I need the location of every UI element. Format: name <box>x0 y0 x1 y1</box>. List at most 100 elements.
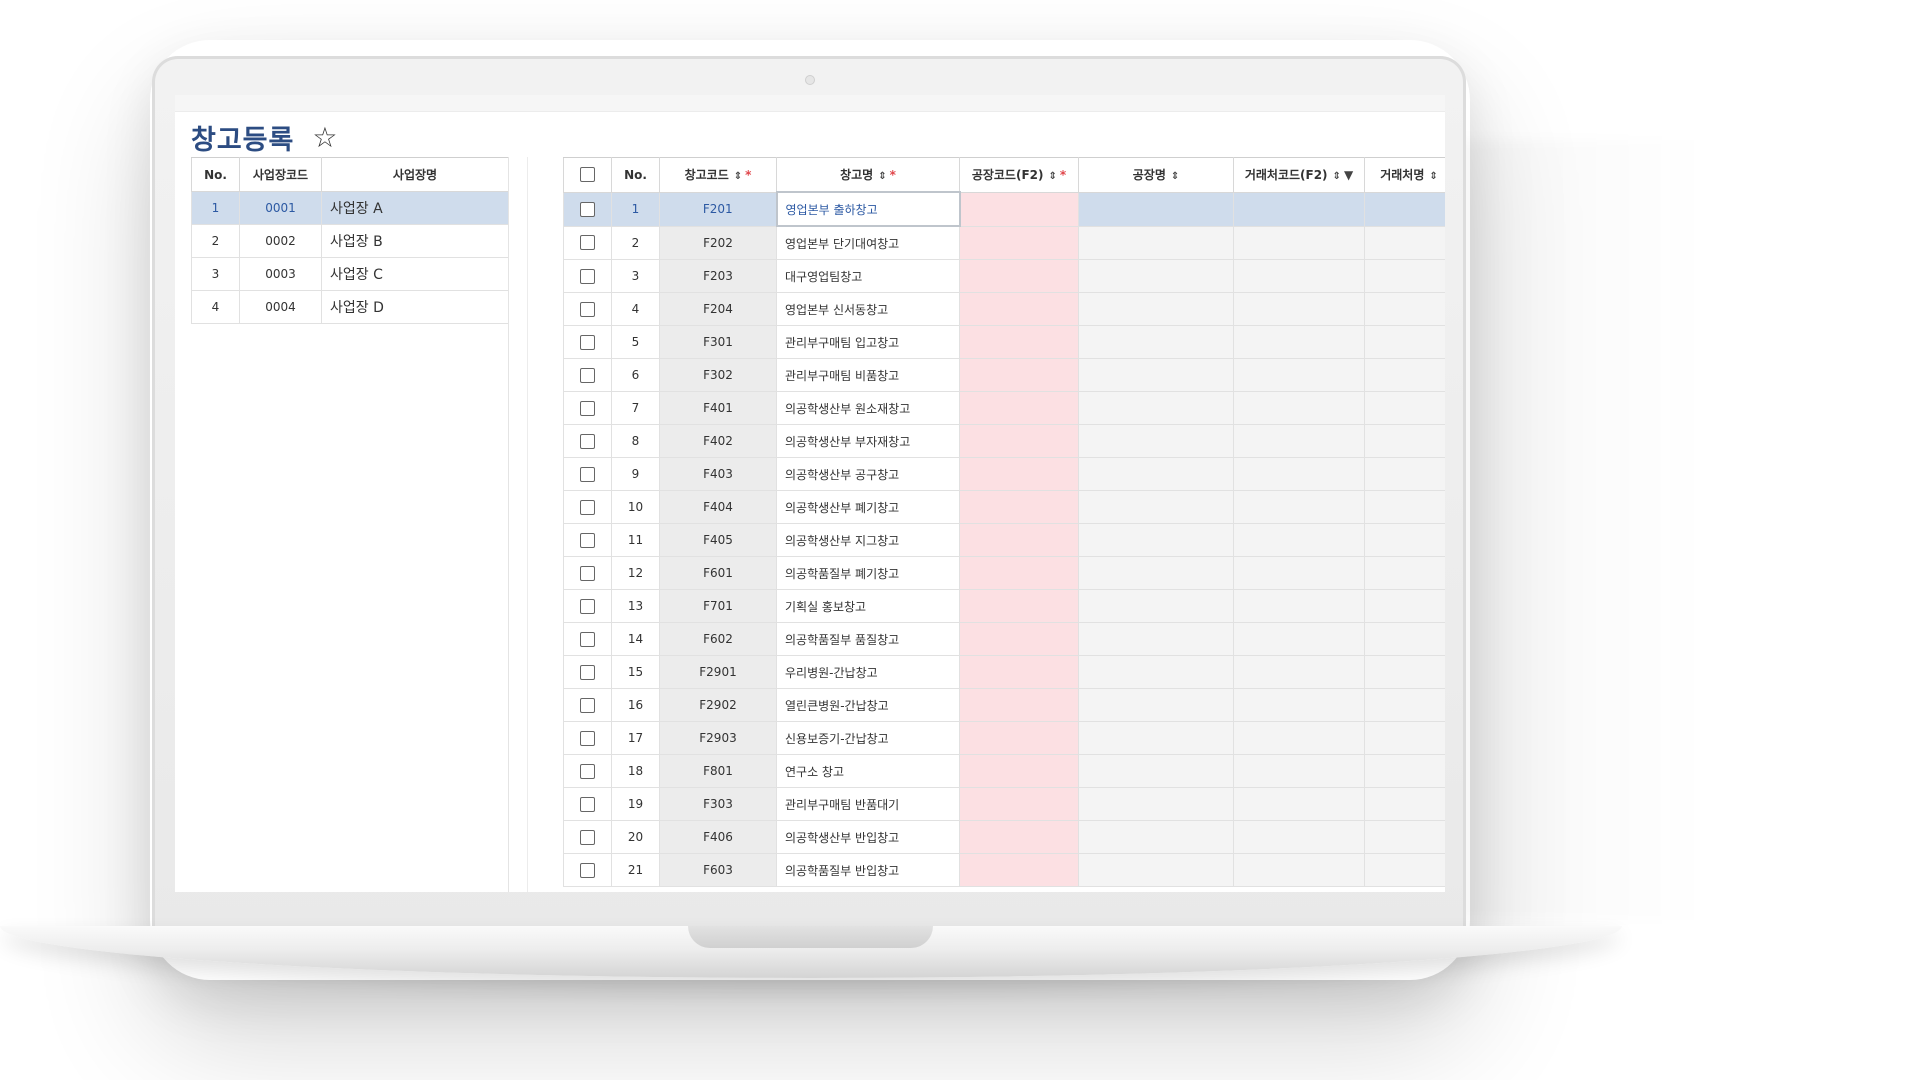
sort-icon[interactable]: ⇕ <box>1429 171 1437 182</box>
cell-client-name[interactable] <box>1364 424 1445 458</box>
cell-warehouse-name[interactable]: 의공학생산부 원소재창고 <box>776 391 960 425</box>
row-checkbox[interactable] <box>580 334 595 350</box>
cell-warehouse-name[interactable]: 연구소 창고 <box>776 754 960 788</box>
cell-factory-name[interactable] <box>1078 655 1234 689</box>
cell-client-name[interactable] <box>1364 820 1445 854</box>
cell-factory-code[interactable] <box>959 424 1079 458</box>
row-checkbox[interactable] <box>580 268 595 284</box>
cell-client-name[interactable] <box>1364 490 1445 524</box>
row-checkbox[interactable] <box>580 367 595 383</box>
table-row[interactable]: 20 F406 의공학생산부 반입창고 <box>563 820 1445 854</box>
cell-factory-code[interactable] <box>959 225 1079 260</box>
cell-warehouse-code[interactable]: F403 <box>659 457 777 491</box>
cell-warehouse-code[interactable]: F401 <box>659 391 777 425</box>
row-checkbox[interactable] <box>580 235 595 251</box>
cell-client-code[interactable] <box>1233 688 1365 722</box>
cell-client-code[interactable] <box>1233 820 1365 854</box>
table-row[interactable]: 8 F402 의공학생산부 부자재창고 <box>563 424 1445 458</box>
cell-client-code[interactable] <box>1233 787 1365 821</box>
cell-factory-code[interactable] <box>959 523 1079 557</box>
table-row[interactable]: 13 F701 기획실 홍보창고 <box>563 589 1445 623</box>
cell-client-code[interactable] <box>1233 490 1365 524</box>
cell-factory-name[interactable] <box>1078 787 1234 821</box>
row-checkbox[interactable] <box>580 499 595 515</box>
cell-warehouse-name[interactable]: 관리부구매팀 비품창고 <box>776 358 960 392</box>
cell-warehouse-code[interactable]: F406 <box>659 820 777 854</box>
cell-site-name[interactable]: 사업장 C <box>321 257 509 291</box>
table-row[interactable]: 14 F602 의공학품질부 품질창고 <box>563 622 1445 656</box>
cell-factory-code[interactable] <box>959 490 1079 524</box>
cell-factory-code[interactable] <box>959 754 1079 788</box>
column-header-warehouse-name[interactable]: 창고명 ⇕ * <box>776 157 960 193</box>
cell-client-code[interactable] <box>1233 622 1365 656</box>
cell-factory-name[interactable] <box>1078 457 1234 491</box>
cell-client-code[interactable] <box>1233 523 1365 557</box>
cell-warehouse-code[interactable]: F701 <box>659 589 777 623</box>
column-header-client-code[interactable]: 거래처코드(F2) ⇕ ▼ <box>1233 157 1365 193</box>
cell-factory-name[interactable] <box>1078 490 1234 524</box>
table-row[interactable]: 17 F2903 신용보증기-간납창고 <box>563 721 1445 755</box>
cell-client-name[interactable] <box>1364 358 1445 392</box>
column-header-site-name[interactable]: 사업장명 <box>321 157 509 192</box>
cell-warehouse-code[interactable]: F203 <box>659 259 777 293</box>
cell-factory-code[interactable] <box>959 853 1079 887</box>
cell-factory-code[interactable] <box>959 292 1079 326</box>
cell-factory-name[interactable] <box>1078 556 1234 590</box>
cell-client-name[interactable] <box>1364 754 1445 788</box>
row-checkbox[interactable] <box>580 400 595 416</box>
table-row[interactable]: 4 F204 영업본부 신서동창고 <box>563 292 1445 326</box>
cell-warehouse-name[interactable]: 관리부구매팀 입고창고 <box>776 325 960 359</box>
table-row[interactable]: 9 F403 의공학생산부 공구창고 <box>563 457 1445 491</box>
cell-site-code[interactable]: 0004 <box>239 290 322 324</box>
cell-warehouse-code[interactable]: F302 <box>659 358 777 392</box>
cell-factory-code[interactable] <box>959 589 1079 623</box>
row-checkbox[interactable] <box>580 301 595 317</box>
cell-site-name[interactable]: 사업장 D <box>321 290 509 324</box>
sort-icon[interactable]: ⇕ <box>1171 171 1179 182</box>
table-row[interactable]: 3 0003 사업장 C <box>191 257 509 291</box>
cell-factory-name[interactable] <box>1078 358 1234 392</box>
cell-client-code[interactable] <box>1233 556 1365 590</box>
cell-warehouse-code[interactable]: F301 <box>659 325 777 359</box>
column-header-no[interactable]: No. <box>191 157 240 192</box>
cell-warehouse-code[interactable]: F204 <box>659 292 777 326</box>
table-row[interactable]: 18 F801 연구소 창고 <box>563 754 1445 788</box>
cell-factory-name[interactable] <box>1078 225 1234 260</box>
select-all-checkbox[interactable] <box>580 167 595 183</box>
cell-factory-name[interactable] <box>1078 589 1234 623</box>
cell-client-name[interactable] <box>1364 523 1445 557</box>
cell-warehouse-code[interactable]: F402 <box>659 424 777 458</box>
cell-client-name[interactable] <box>1364 225 1445 260</box>
table-row[interactable]: 2 0002 사업장 B <box>191 224 509 258</box>
cell-client-name[interactable] <box>1364 259 1445 293</box>
table-row[interactable]: 4 0004 사업장 D <box>191 290 509 324</box>
cell-client-name[interactable] <box>1364 655 1445 689</box>
cell-client-code[interactable] <box>1233 853 1365 887</box>
cell-warehouse-name[interactable]: 우리병원-간납창고 <box>776 655 960 689</box>
row-checkbox[interactable] <box>580 201 595 217</box>
cell-client-code[interactable] <box>1233 358 1365 392</box>
sort-icon[interactable]: ⇕ <box>1049 171 1057 182</box>
cell-site-code[interactable]: 0003 <box>239 257 322 291</box>
cell-warehouse-name[interactable]: 영업본부 출하창고 <box>775 191 961 227</box>
cell-factory-code[interactable] <box>959 721 1079 755</box>
row-checkbox[interactable] <box>580 631 595 647</box>
cell-client-name[interactable] <box>1364 292 1445 326</box>
cell-factory-code[interactable] <box>959 457 1079 491</box>
cell-warehouse-code[interactable]: F801 <box>659 754 777 788</box>
cell-factory-code[interactable] <box>959 820 1079 854</box>
row-checkbox[interactable] <box>580 664 595 680</box>
filter-icon[interactable]: ▼ <box>1344 168 1353 182</box>
cell-client-code[interactable] <box>1233 225 1365 260</box>
cell-site-code[interactable]: 0002 <box>239 224 322 258</box>
cell-client-name[interactable] <box>1364 191 1445 227</box>
cell-warehouse-code[interactable]: F601 <box>659 556 777 590</box>
sort-icon[interactable]: ⇕ <box>734 171 742 182</box>
table-row[interactable]: 7 F401 의공학생산부 원소재창고 <box>563 391 1445 425</box>
cell-factory-name[interactable] <box>1078 820 1234 854</box>
column-header-no[interactable]: No. <box>611 157 660 193</box>
cell-client-code[interactable] <box>1233 292 1365 326</box>
cell-factory-code[interactable] <box>959 556 1079 590</box>
table-row[interactable]: 10 F404 의공학생산부 폐기창고 <box>563 490 1445 524</box>
cell-warehouse-code[interactable]: F603 <box>659 853 777 887</box>
